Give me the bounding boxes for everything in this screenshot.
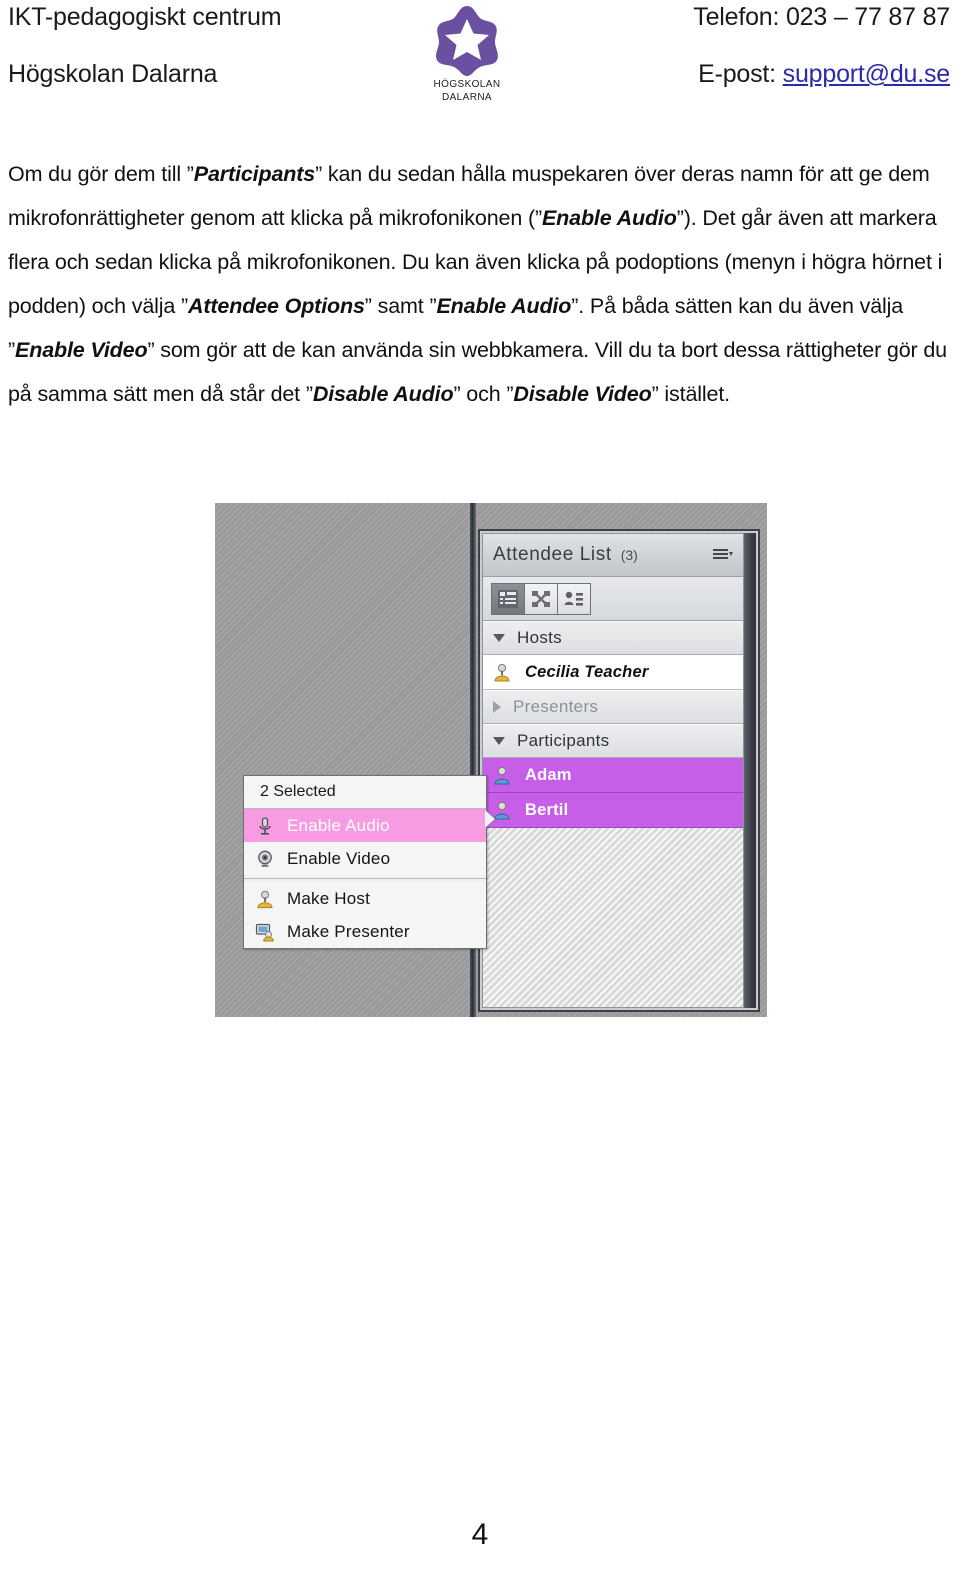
context-menu-pointer xyxy=(485,810,495,828)
email-line: E-post: support@du.se xyxy=(530,61,950,87)
attendee-row-bertil[interactable]: Bertil xyxy=(483,793,743,828)
menu-item-label: Make Presenter xyxy=(287,921,410,941)
webcam-icon xyxy=(254,848,276,870)
group-label-participants: Participants xyxy=(517,731,610,750)
body-paragraph: Om du gör dem till ”Participants” kan du… xyxy=(8,162,947,406)
host-avatar-icon xyxy=(491,661,513,683)
pod-options-menu-icon[interactable] xyxy=(713,547,733,563)
attendee-list-pod-inner: Attendee List (3) Hosts Cecilia Teacher … xyxy=(482,533,744,1008)
phone-text: Telefon: 023 – 77 87 87 xyxy=(693,3,950,31)
presenter-screen-icon xyxy=(254,921,276,943)
email-label: E-post: xyxy=(698,60,776,89)
participant-avatar-icon xyxy=(491,764,513,786)
star-logo-icon xyxy=(436,6,498,76)
support-email-link[interactable]: support@du.se xyxy=(783,60,951,88)
attendee-count: (3) xyxy=(620,547,638,563)
chevron-right-icon xyxy=(493,701,501,713)
menu-item-enable-audio[interactable]: Enable Audio xyxy=(244,809,486,842)
logo-text-line2: DALARNA xyxy=(441,91,493,103)
attendee-list-title-bar: Attendee List (3) xyxy=(483,534,743,577)
menu-separator xyxy=(244,878,486,879)
attendee-pod-scrollbar[interactable] xyxy=(744,533,756,1008)
page-number: 4 xyxy=(471,1518,489,1551)
attendee-list-empty-area xyxy=(483,828,743,1007)
host-avatar-icon xyxy=(254,888,276,910)
attendee-list-pod: Attendee List (3) Hosts Cecilia Teacher … xyxy=(478,529,760,1012)
menu-item-label: Make Host xyxy=(287,888,371,908)
attendee-name: Adam xyxy=(525,765,572,784)
context-menu-header: 2 Selected xyxy=(244,776,486,809)
attendee-list-title: Attendee List xyxy=(493,544,612,565)
header-left-block: IKT-pedagogiskt centrum Högskolan Dalarn… xyxy=(8,4,388,88)
attendee-pod-toolbar xyxy=(483,577,743,621)
menu-item-enable-video[interactable]: Enable Video xyxy=(244,842,486,875)
group-label-hosts: Hosts xyxy=(517,628,562,647)
attendee-name: Cecilia Teacher xyxy=(525,662,649,681)
attendee-row-adam[interactable]: Adam xyxy=(483,758,743,793)
menu-item-make-host[interactable]: Make Host xyxy=(244,882,486,915)
attendee-row-cecilia-teacher[interactable]: Cecilia Teacher xyxy=(483,655,743,690)
logo-text-line1: HÖGSKOLAN xyxy=(433,79,501,90)
header-right-block: Telefon: 023 – 77 87 87 E-post: support@… xyxy=(530,4,950,88)
attendee-list-body: Hosts Cecilia Teacher Presenters Partici… xyxy=(483,621,743,1007)
menu-item-make-presenter[interactable]: Make Presenter xyxy=(244,915,486,948)
hogskolan-dalarna-logo: HÖGSKOLAN DALARNA xyxy=(402,2,532,106)
attendee-details-icon[interactable] xyxy=(557,582,591,615)
menu-item-label: Enable Audio xyxy=(287,815,390,835)
chevron-down-icon xyxy=(493,634,505,642)
breakout-rooms-icon[interactable] xyxy=(524,582,558,615)
chevron-down-icon xyxy=(493,737,505,745)
group-header-presenters[interactable]: Presenters xyxy=(483,690,743,724)
institution-text: Högskolan Dalarna xyxy=(8,60,218,89)
group-label-presenters: Presenters xyxy=(513,697,599,716)
attendee-context-menu: 2 Selected Enable Audio Enable Video Mak… xyxy=(243,775,495,949)
group-header-hosts[interactable]: Hosts xyxy=(483,621,743,655)
attendee-name: Bertil xyxy=(525,800,569,819)
embedded-screenshot-adobe-connect: Attendee List (3) Hosts Cecilia Teacher … xyxy=(215,503,767,1017)
org-unit-text: IKT-pedagogiskt centrum xyxy=(8,3,282,31)
menu-item-label: Enable Video xyxy=(287,848,391,868)
microphone-icon xyxy=(254,815,276,837)
group-header-participants[interactable]: Participants xyxy=(483,724,743,758)
attendee-list-view-icon[interactable] xyxy=(491,582,525,615)
document-header: IKT-pedagogiskt centrum Högskolan Dalarn… xyxy=(0,0,960,108)
